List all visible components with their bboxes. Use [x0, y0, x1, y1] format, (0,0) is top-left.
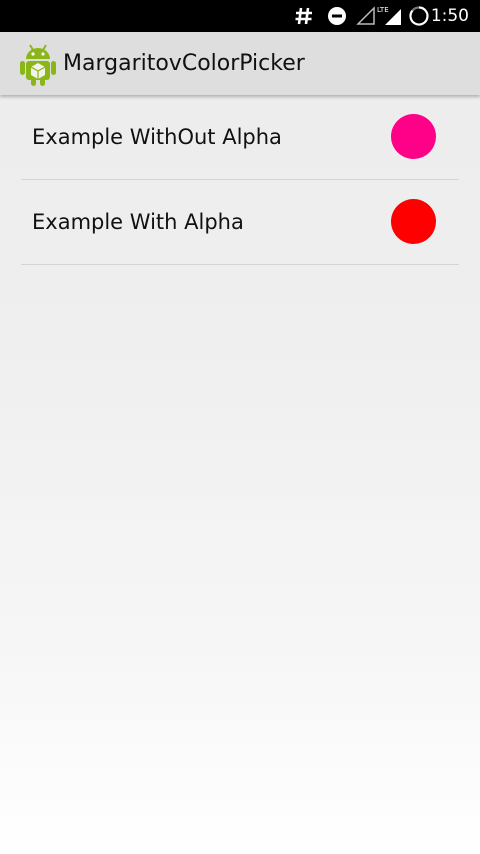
signal-empty-icon	[355, 0, 377, 32]
do-not-disturb-icon	[326, 0, 348, 32]
action-bar: MargaritovColorPicker	[0, 32, 480, 95]
battery-charging-icon	[407, 0, 431, 32]
color-swatch[interactable]	[391, 114, 436, 159]
svg-text:LTE: LTE	[377, 6, 389, 14]
android-icon[interactable]	[19, 42, 57, 86]
status-bar: LTE 1:50	[0, 0, 480, 32]
list-item-label: Example With Alpha	[32, 210, 244, 234]
list-item-without-alpha[interactable]: Example WithOut Alpha	[21, 95, 459, 180]
list-item-with-alpha[interactable]: Example With Alpha	[21, 180, 459, 265]
app-title: MargaritovColorPicker	[63, 51, 305, 76]
status-time: 1:50	[430, 6, 469, 26]
list-item-label: Example WithOut Alpha	[32, 125, 282, 149]
lte-signal-icon: LTE	[377, 0, 403, 32]
example-list: Example WithOut Alpha Example With Alpha	[21, 95, 459, 265]
color-swatch[interactable]	[391, 199, 436, 244]
hash-icon	[293, 0, 315, 32]
